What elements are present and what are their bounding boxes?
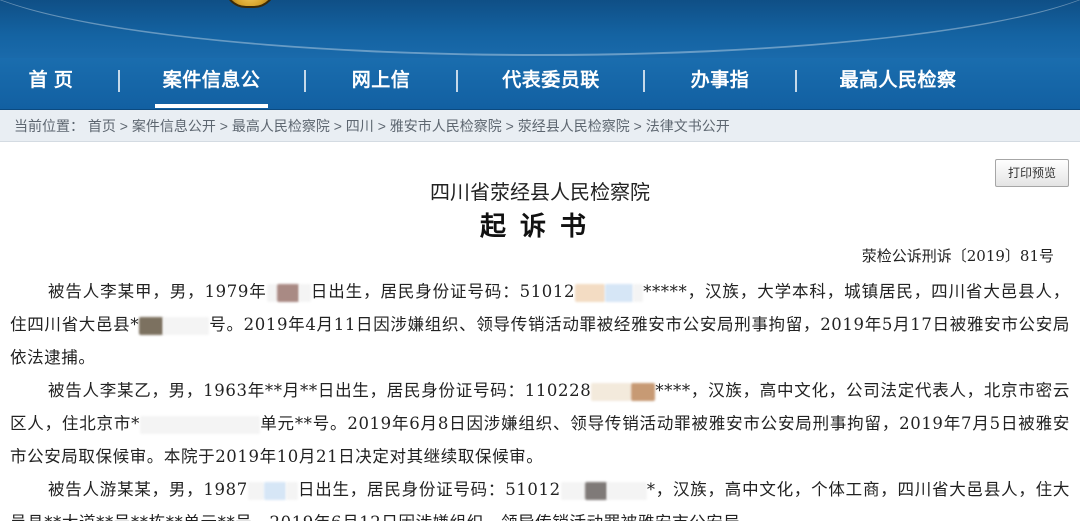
para-text: 被告人李某乙，男，1963年**月**日出生，居民身份证号码：110228: [48, 381, 592, 400]
breadcrumb-sep: >: [505, 118, 514, 134]
nav-divider: [795, 70, 797, 92]
nav-deputy-liaison[interactable]: 代表委员联络: [494, 58, 608, 137]
breadcrumb-sep: >: [333, 118, 342, 134]
document-title: 起诉书: [479, 212, 600, 242]
document-viewer: 打印预览 四川省荥经县人民检察院 起诉书 荥检公诉刑诉〔2019〕81号 被告人…: [0, 142, 1080, 521]
document-number: 荥检公诉刑诉〔2019〕81号: [861, 247, 1054, 265]
defendant-paragraph-2: 被告人李某乙，男，1963年**月**日出生，居民身份证号码：110228 ***…: [10, 374, 1070, 473]
para-text: 日出生，居民身份证号码：51012: [297, 480, 561, 499]
site-banner: [0, 0, 1080, 58]
nav-divider: [456, 70, 458, 92]
breadcrumb-sep: >: [219, 118, 228, 134]
nav-guide[interactable]: 办事指南: [682, 58, 758, 137]
breadcrumb: 当前位置： 首页 > 案件信息公开 > 最高人民检察院 > 四川 > 雅安市人民…: [0, 110, 1080, 142]
breadcrumb-legal-docs[interactable]: 法律文书公开: [646, 118, 730, 134]
nav-supreme-procuratorate[interactable]: 最高人民检察院: [832, 58, 964, 137]
nav-case-info[interactable]: 案件信息公开: [155, 58, 268, 137]
breadcrumb-supreme[interactable]: 最高人民检察院: [232, 118, 330, 134]
breadcrumb-sichuan[interactable]: 四川: [346, 118, 374, 134]
para-text: 日出生，居民身份证号码：51012: [310, 282, 576, 301]
breadcrumb-yaan[interactable]: 雅安市人民检察院: [390, 118, 502, 134]
nav-divider: [643, 70, 645, 92]
banner-curve: [0, 0, 1080, 56]
breadcrumb-case-info[interactable]: 案件信息公开: [132, 118, 216, 134]
nav-divider: [118, 70, 120, 92]
breadcrumb-home[interactable]: 首页: [88, 118, 116, 134]
breadcrumb-sep: >: [377, 118, 386, 134]
document-organization: 四川省荥经县人民检察院: [430, 180, 650, 204]
defendant-paragraph-3: 被告人游某某，男，1987 日出生，居民身份证号码：51012 *，汉族，高中文化，…: [10, 473, 1070, 521]
breadcrumb-sep: >: [633, 118, 642, 134]
nav-divider: [304, 70, 306, 92]
nav-online-petition[interactable]: 网上信访: [343, 58, 419, 137]
breadcrumb-label: 当前位置：: [14, 118, 84, 134]
breadcrumb-yingjing[interactable]: 荥经县人民检察院: [518, 118, 630, 134]
para-text: 被告人李某甲，男，1979年: [48, 282, 267, 301]
nav-home[interactable]: 首 页: [20, 58, 82, 110]
breadcrumb-sep: >: [119, 118, 128, 134]
defendant-paragraph-1: 被告人李某甲，男，1979年 日出生，居民身份证号码：51012 *****，汉族，…: [10, 275, 1070, 374]
main-nav: 首 页 案件信息公开 网上信访 代表委员联络 办事指南 最高人民检察院: [0, 58, 1080, 137]
para-text: 被告人游某某，男，1987: [48, 480, 248, 499]
